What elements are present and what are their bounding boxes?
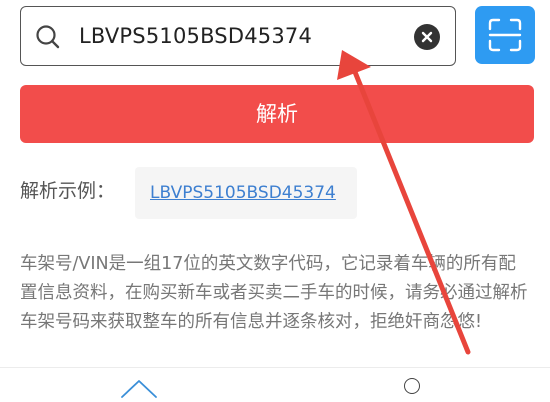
bottom-nav [0, 367, 550, 402]
example-label: 解析示例： [20, 180, 116, 202]
vin-search-field[interactable]: LBVPS5105BSD45374 [20, 6, 456, 66]
scan-button[interactable] [475, 6, 535, 64]
search-input-value[interactable]: LBVPS5105BSD45374 [79, 20, 312, 52]
example-chip[interactable]: LBVPS5105BSD45374 [135, 167, 357, 219]
search-icon [36, 25, 60, 49]
home-icon[interactable] [120, 378, 158, 398]
circle-icon[interactable] [404, 378, 420, 394]
scan-icon [488, 18, 522, 52]
vin-description: 车架号/VIN是一组17位的英文数字代码，它记录着车辆的所有配置信息资料，在购买… [20, 254, 528, 332]
example-vin-link[interactable]: LBVPS5105BSD45374 [150, 180, 336, 206]
clear-icon[interactable] [414, 24, 440, 50]
parse-button[interactable]: 解析 [20, 85, 534, 143]
